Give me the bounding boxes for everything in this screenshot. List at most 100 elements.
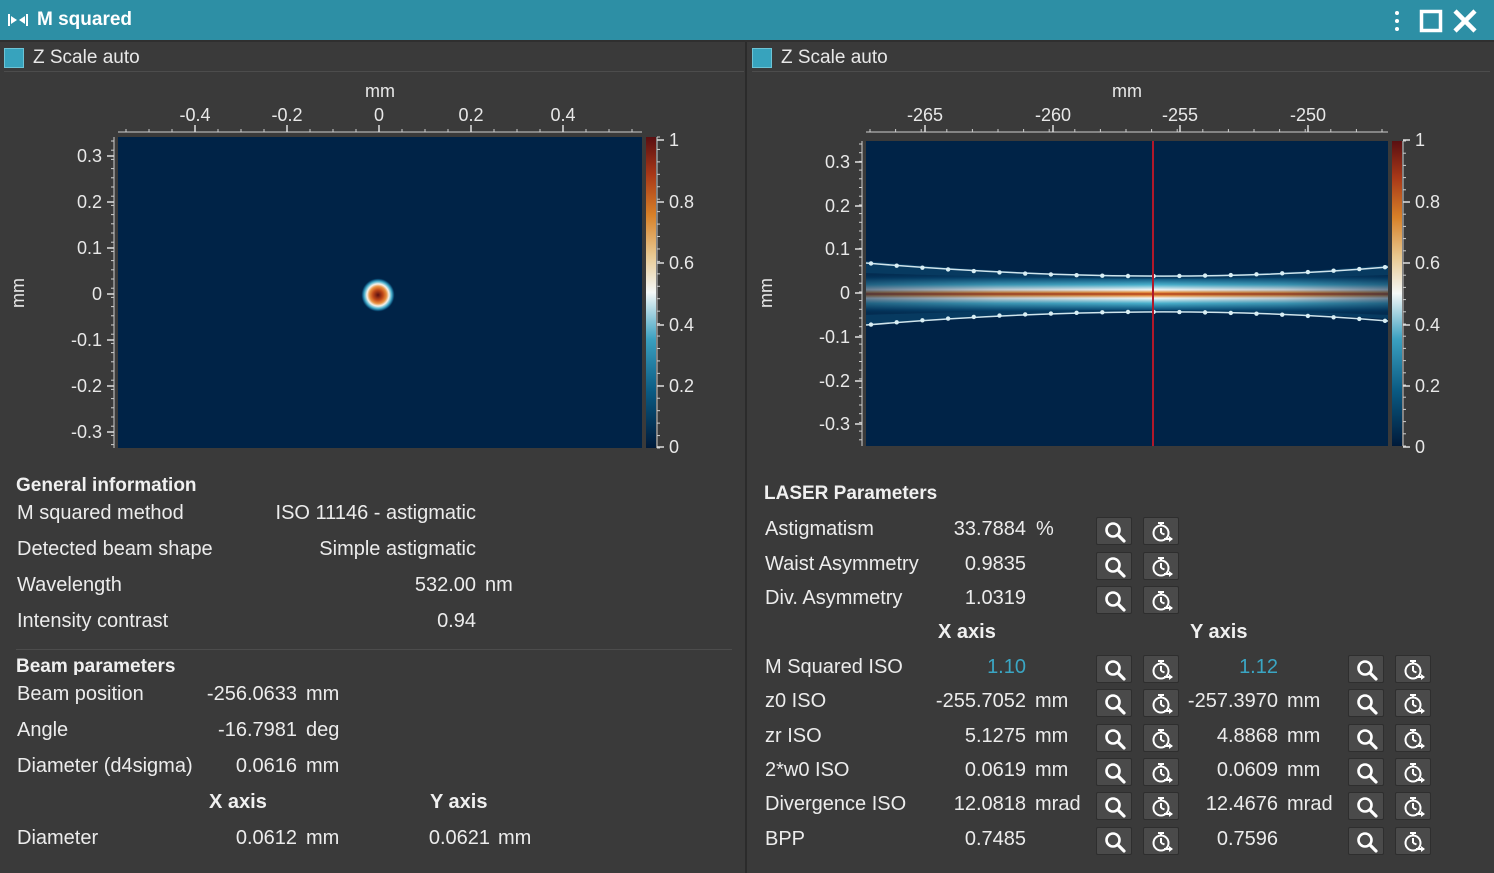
caustic-point [1048, 272, 1054, 277]
lp-axis-label: zr ISO [765, 725, 822, 747]
colorbar-tick-label: 0.8 [1415, 192, 1440, 212]
x-tick-label: 0 [374, 105, 384, 125]
lp-y-zoom-button[interactable] [1348, 758, 1384, 786]
caustic-point [920, 318, 925, 323]
y-tick-label: -0.2 [71, 376, 102, 396]
colorbar-tick-label: 0 [1415, 437, 1425, 457]
lp-y-stopwatch-button[interactable] [1395, 758, 1431, 786]
lp-x-zoom-button[interactable] [1096, 724, 1132, 752]
caustic-point [997, 270, 1002, 275]
lp-y-stopwatch-button[interactable] [1395, 792, 1431, 820]
lp-single-zoom-button[interactable] [1096, 552, 1132, 580]
bp-x-axis-header: X axis [209, 791, 267, 813]
caustic-point [1074, 310, 1079, 315]
colorbar-tick-label: 0.4 [1415, 315, 1440, 335]
stopwatch-arrow-icon [1404, 729, 1425, 749]
bp-angle-label: Angle [17, 719, 69, 741]
lp-y-unit: mrad [1287, 793, 1333, 815]
bp-diameter-y-unit: mm [498, 827, 532, 849]
caustic-point [894, 320, 899, 325]
magnifier-icon [1357, 694, 1378, 715]
lp-y-zoom-button[interactable] [1348, 689, 1384, 717]
stopwatch-arrow-icon [1152, 557, 1173, 577]
window-title: M squared [37, 9, 133, 30]
right-z-scale-checkbox[interactable] [752, 48, 772, 68]
caustic-point [920, 265, 925, 270]
x-axis-unit-label: mm [1112, 81, 1142, 101]
lp-y-zoom-button[interactable] [1348, 724, 1384, 752]
magnifier-icon [1105, 522, 1126, 543]
y-tick-label: 0.2 [825, 196, 850, 216]
bp-diameter-d4s-label: Diameter (d4sigma) [17, 755, 193, 777]
colorbar-tick-label: 0 [669, 437, 679, 457]
lp-single-stopwatch-button[interactable] [1143, 552, 1179, 580]
lp-y-unit: mm [1287, 690, 1321, 712]
lp-single-value: 33.7884 [953, 518, 1026, 540]
lp-single-zoom-button[interactable] [1096, 586, 1132, 614]
caustic-plot[interactable]: -265 -260 -255 -250 mm 0.3 0.2 0.1 0 -0.1 -0.2 -0.3… [748, 75, 1490, 463]
y-tick-label: 0.1 [77, 238, 102, 258]
stopwatch-arrow-icon [1404, 660, 1425, 680]
colorbar-tick-label: 0.2 [669, 376, 694, 396]
magnifier-icon [1105, 763, 1126, 784]
caustic-point [1177, 273, 1182, 279]
lp-y-stopwatch-button[interactable] [1395, 724, 1431, 752]
bp-position-unit: mm [306, 683, 340, 705]
right-z-scale-toggle[interactable]: Z Scale auto [752, 46, 1052, 70]
gi-method-value: ISO 11146 - astigmatic [275, 502, 476, 524]
lp-y-axis-header: Y axis [1190, 621, 1248, 643]
right-colorbar [1392, 141, 1402, 446]
lp-x-zoom-button[interactable] [1096, 792, 1132, 820]
lp-axis-label: BPP [765, 828, 806, 850]
colorbar-tick-label: 0.6 [1415, 253, 1440, 273]
y-tick-label: 0 [840, 283, 850, 303]
gi-contrast-value: 0.94 [437, 610, 476, 632]
lp-single-value: 0.9835 [964, 553, 1026, 575]
left-z-scale-checkbox[interactable] [4, 48, 24, 68]
y-tick-label: 0.3 [825, 152, 850, 172]
lp-x-zoom-button[interactable] [1096, 689, 1132, 717]
stopwatch-arrow-icon [1404, 832, 1425, 852]
caustic-point [945, 267, 951, 272]
caustic-point [1382, 318, 1388, 323]
lp-y-zoom-button[interactable] [1348, 655, 1384, 683]
lp-y-zoom-button[interactable] [1348, 827, 1384, 855]
close-icon[interactable] [1452, 8, 1478, 34]
lp-y-stopwatch-button[interactable] [1395, 827, 1431, 855]
y-axis-unit-label: mm [8, 278, 28, 308]
dock-pin-icon[interactable] [8, 11, 28, 29]
left-colorbar [646, 137, 656, 448]
lp-single-zoom-button[interactable] [1096, 517, 1132, 545]
beam-profile-plot[interactable]: -0.4 -0.2 0 0.2 0.4 mm 0.3 0.2 0.1 0 -0.1 -0.2 -0.3 m… [0, 75, 745, 463]
lp-x-zoom-button[interactable] [1096, 758, 1132, 786]
caustic-point [945, 316, 951, 321]
gi-wavelength-unit: nm [485, 574, 513, 596]
left-z-scale-toggle[interactable]: Z Scale auto [4, 46, 304, 70]
magnifier-icon [1357, 797, 1378, 818]
lp-x-zoom-button[interactable] [1096, 655, 1132, 683]
caustic-point [1331, 268, 1336, 273]
beam-caustic-shade [866, 273, 1388, 315]
lp-y-value: 0.0609 [1216, 759, 1278, 781]
lp-x-zoom-button[interactable] [1096, 827, 1132, 855]
lp-y-value: 4.8868 [1216, 725, 1278, 747]
x-tick-label: -265 [907, 105, 943, 125]
maximize-icon[interactable] [1419, 9, 1443, 33]
lp-single-stopwatch-button[interactable] [1143, 517, 1179, 545]
magnifier-icon [1357, 763, 1378, 784]
lp-y-stopwatch-button[interactable] [1395, 655, 1431, 683]
beam-parameters-title: Beam parameters [16, 656, 176, 675]
y-tick-label: 0.2 [77, 192, 102, 212]
lp-y-zoom-button[interactable] [1348, 792, 1384, 820]
magnifier-icon [1105, 694, 1126, 715]
more-options-icon[interactable] [1388, 8, 1406, 34]
lp-single-stopwatch-button[interactable] [1143, 586, 1179, 614]
y-tick-label: 0 [92, 284, 102, 304]
bp-diameter-x-unit: mm [306, 827, 340, 849]
lp-x-value: 5.1275 [964, 725, 1026, 747]
x-tick-label: -0.2 [271, 105, 302, 125]
colorbar-tick-label: 1 [669, 130, 679, 150]
bp-diameter-x-value: 0.0612 [235, 827, 297, 849]
caustic-point [1048, 311, 1054, 316]
lp-y-stopwatch-button[interactable] [1395, 689, 1431, 717]
